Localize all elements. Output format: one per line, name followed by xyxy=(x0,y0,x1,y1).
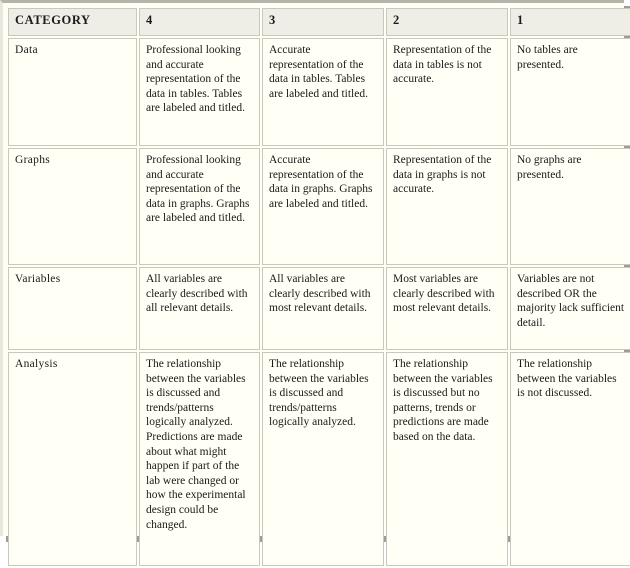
table-header-row: CATEGORY 4 3 2 1 xyxy=(8,8,630,36)
table-row: Analysis The relationship between the va… xyxy=(8,352,630,566)
cell-data-score-4: Professional looking and accurate repres… xyxy=(139,38,260,146)
cell-graphs-score-3: Accurate representation of the data in g… xyxy=(262,148,384,265)
cell-variables-score-2: Most variables are clearly described wit… xyxy=(386,267,508,350)
column-header-score-3: 3 xyxy=(262,8,384,36)
cell-graphs-score-4: Professional looking and accurate repres… xyxy=(139,148,260,265)
table-row: Graphs Professional looking and accurate… xyxy=(8,148,630,265)
cell-analysis-score-4: The relationship between the variables i… xyxy=(139,352,260,566)
row-label-data: Data xyxy=(8,38,137,146)
table-row: Data Professional looking and accurate r… xyxy=(8,38,630,146)
row-label-analysis: Analysis xyxy=(8,352,137,566)
column-header-score-1: 1 xyxy=(510,8,630,36)
cell-data-score-3: Accurate representation of the data in t… xyxy=(262,38,384,146)
cell-variables-score-3: All variables are clearly described with… xyxy=(262,267,384,350)
cell-graphs-score-2: Representation of the data in graphs is … xyxy=(386,148,508,265)
cell-data-score-2: Representation of the data in tables is … xyxy=(386,38,508,146)
row-label-graphs: Graphs xyxy=(8,148,137,265)
rubric-table: CATEGORY 4 3 2 1 Data Professional looki… xyxy=(6,6,630,568)
column-header-score-4: 4 xyxy=(139,8,260,36)
cell-analysis-score-3: The relationship between the variables i… xyxy=(262,352,384,566)
rubric-table-frame: CATEGORY 4 3 2 1 Data Professional looki… xyxy=(0,0,630,566)
cell-data-score-1: No tables are presented. xyxy=(510,38,630,146)
cell-variables-score-4: All variables are clearly described with… xyxy=(139,267,260,350)
column-header-category: CATEGORY xyxy=(8,8,137,36)
rubric-table-container: CATEGORY 4 3 2 1 Data Professional looki… xyxy=(0,0,630,566)
cell-graphs-score-1: No graphs are presented. xyxy=(510,148,630,265)
row-label-variables: Variables xyxy=(8,267,137,350)
cell-analysis-score-2: The relationship between the variables i… xyxy=(386,352,508,566)
cell-variables-score-1: Variables are not described OR the major… xyxy=(510,267,630,350)
column-header-score-2: 2 xyxy=(386,8,508,36)
table-row: Variables All variables are clearly desc… xyxy=(8,267,630,350)
cell-analysis-score-1: The relationship between the variables i… xyxy=(510,352,630,566)
